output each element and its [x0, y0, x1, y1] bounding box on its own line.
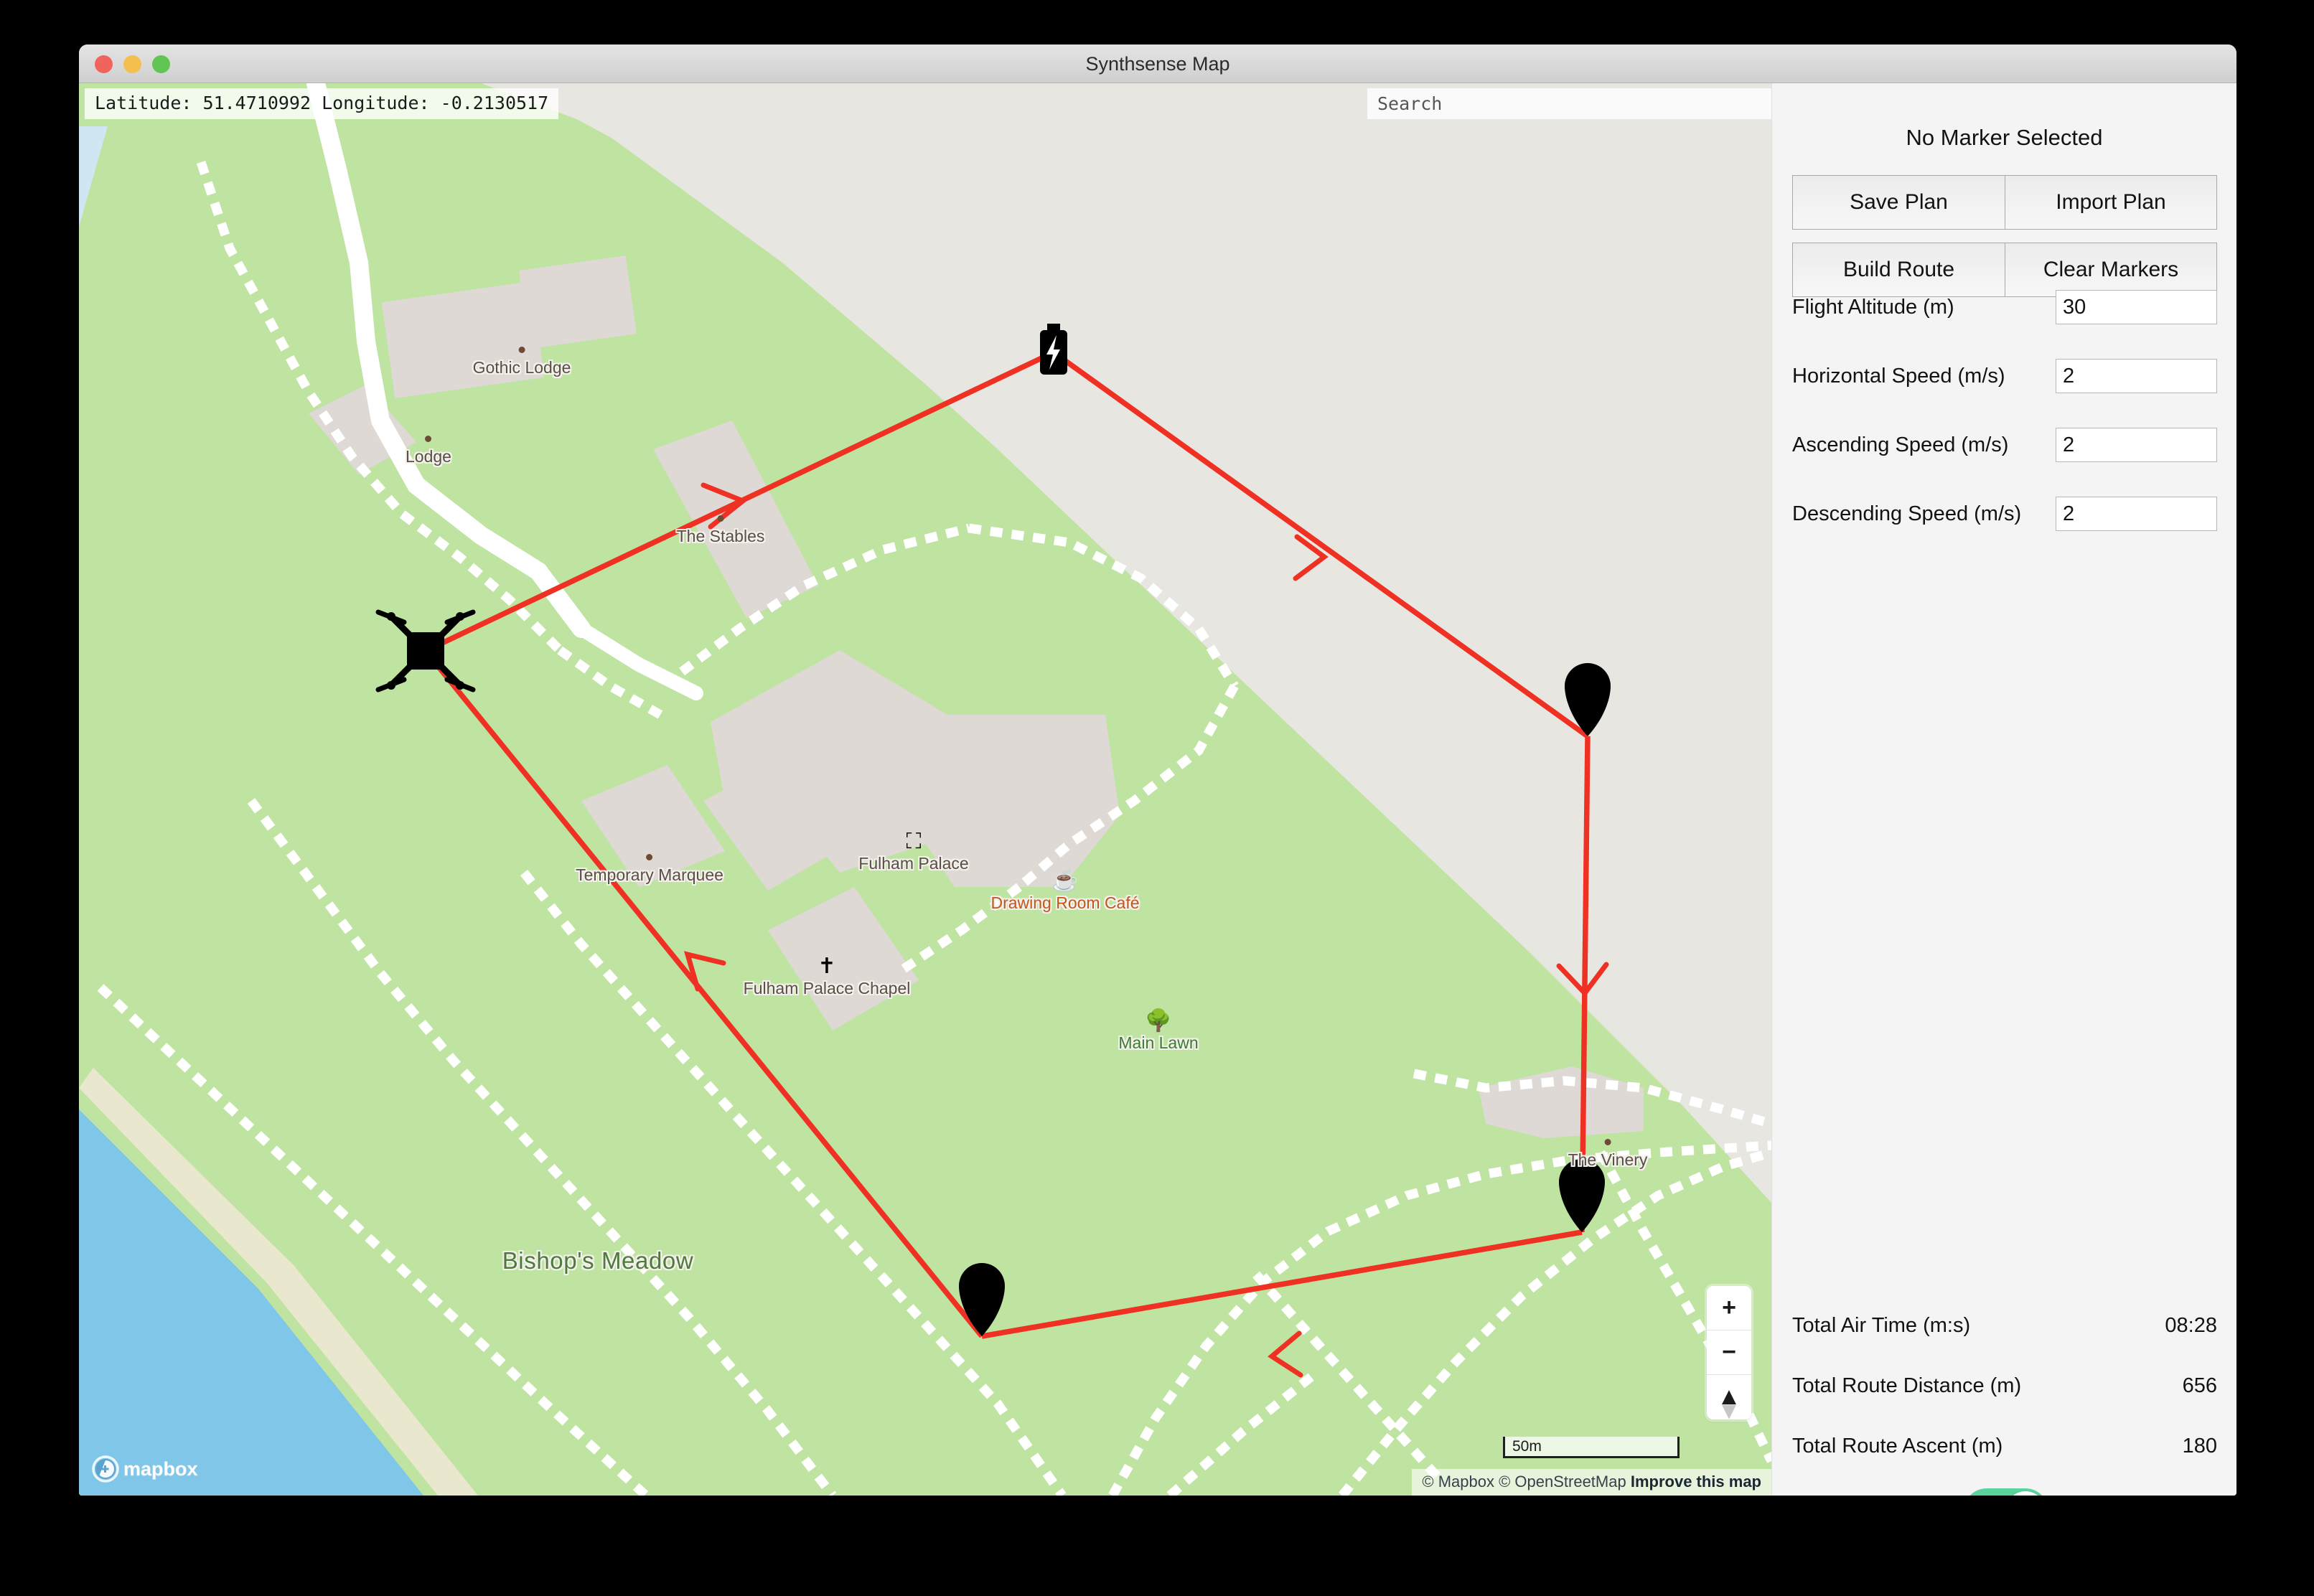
- total-route-distance-label: Total Route Distance (m): [1792, 1374, 2022, 1397]
- battery-charging-icon: [1040, 324, 1067, 375]
- horizontal-speed-row: Horizontal Speed (m/s): [1792, 359, 2217, 393]
- map-graphics: [79, 83, 1771, 1496]
- view-plan-toggle[interactable]: [1964, 1488, 2049, 1496]
- view-plan-toggle-row: View Plan: [1792, 1486, 2217, 1496]
- improve-map-link[interactable]: Improve this map: [1631, 1473, 1761, 1491]
- plan-panel: No Marker Selected Save Plan Import Plan…: [1771, 83, 2236, 1496]
- ascending-speed-label: Ascending Speed (m/s): [1792, 433, 2009, 456]
- coordinate-readout: Latitude: 51.4710992 Longitude: -0.21305…: [85, 88, 559, 119]
- total-air-time-row: Total Air Time (m:s) 08:28: [1792, 1314, 2217, 1344]
- toggle-knob: [2005, 1491, 2046, 1496]
- map-scale-bar: 50m: [1503, 1437, 1680, 1458]
- mapbox-logo[interactable]: mapbox: [92, 1455, 235, 1483]
- import-plan-button[interactable]: Import Plan: [2005, 175, 2217, 230]
- total-route-ascent-label: Total Route Ascent (m): [1792, 1435, 2003, 1457]
- descending-speed-row: Descending Speed (m/s): [1792, 497, 2217, 531]
- total-route-distance-row: Total Route Distance (m) 656: [1792, 1374, 2217, 1404]
- total-route-ascent-value: 180: [2182, 1435, 2217, 1457]
- flight-altitude-label: Flight Altitude (m): [1792, 296, 1954, 319]
- map-canvas[interactable]: Gothic Lodge Lodge The Stables Temporary…: [79, 83, 1771, 1496]
- flight-altitude-input[interactable]: [2056, 290, 2217, 324]
- horizontal-speed-label: Horizontal Speed (m/s): [1792, 365, 2005, 388]
- plan-action-buttons: Save Plan Import Plan Build Route Clear …: [1792, 175, 2217, 297]
- attribution-copyright: © Mapbox © OpenStreetMap: [1422, 1473, 1626, 1491]
- save-plan-button[interactable]: Save Plan: [1792, 175, 2005, 230]
- compass-icon[interactable]: ▲ ▼: [1707, 1375, 1751, 1419]
- horizontal-speed-input[interactable]: [2056, 359, 2217, 393]
- app-window: Synthsense Map Gothic Lodge Lodge The St…: [79, 44, 2236, 1496]
- window-title: Synthsense Map: [1085, 53, 1230, 75]
- ascending-speed-input[interactable]: [2056, 428, 2217, 462]
- total-air-time-label: Total Air Time (m:s): [1792, 1314, 1971, 1337]
- descending-speed-label: Descending Speed (m/s): [1792, 502, 2022, 525]
- map-zoom-controls[interactable]: + − ▲ ▼: [1707, 1286, 1751, 1419]
- mapbox-logo-text: mapbox: [123, 1458, 198, 1480]
- build-route-button[interactable]: Build Route: [1792, 243, 2005, 297]
- ascending-speed-row: Ascending Speed (m/s): [1792, 428, 2217, 462]
- clear-markers-button[interactable]: Clear Markers: [2005, 243, 2217, 297]
- zoom-in-button[interactable]: +: [1707, 1286, 1751, 1330]
- mapbox-wordmark-icon: mapbox: [92, 1455, 198, 1483]
- marker-status-label: No Marker Selected: [1906, 125, 2103, 150]
- flight-altitude-row: Flight Altitude (m): [1792, 290, 2217, 324]
- search-input[interactable]: [1367, 88, 1771, 119]
- map-attribution: © Mapbox © OpenStreetMap Improve this ma…: [1412, 1469, 1771, 1496]
- title-bar: Synthsense Map: [79, 44, 2236, 83]
- total-air-time-value: 08:28: [2165, 1314, 2217, 1337]
- total-route-distance-value: 656: [2182, 1374, 2217, 1397]
- zoom-out-button[interactable]: −: [1707, 1330, 1751, 1375]
- total-route-ascent-row: Total Route Ascent (m) 180: [1792, 1435, 2217, 1465]
- descending-speed-input[interactable]: [2056, 497, 2217, 531]
